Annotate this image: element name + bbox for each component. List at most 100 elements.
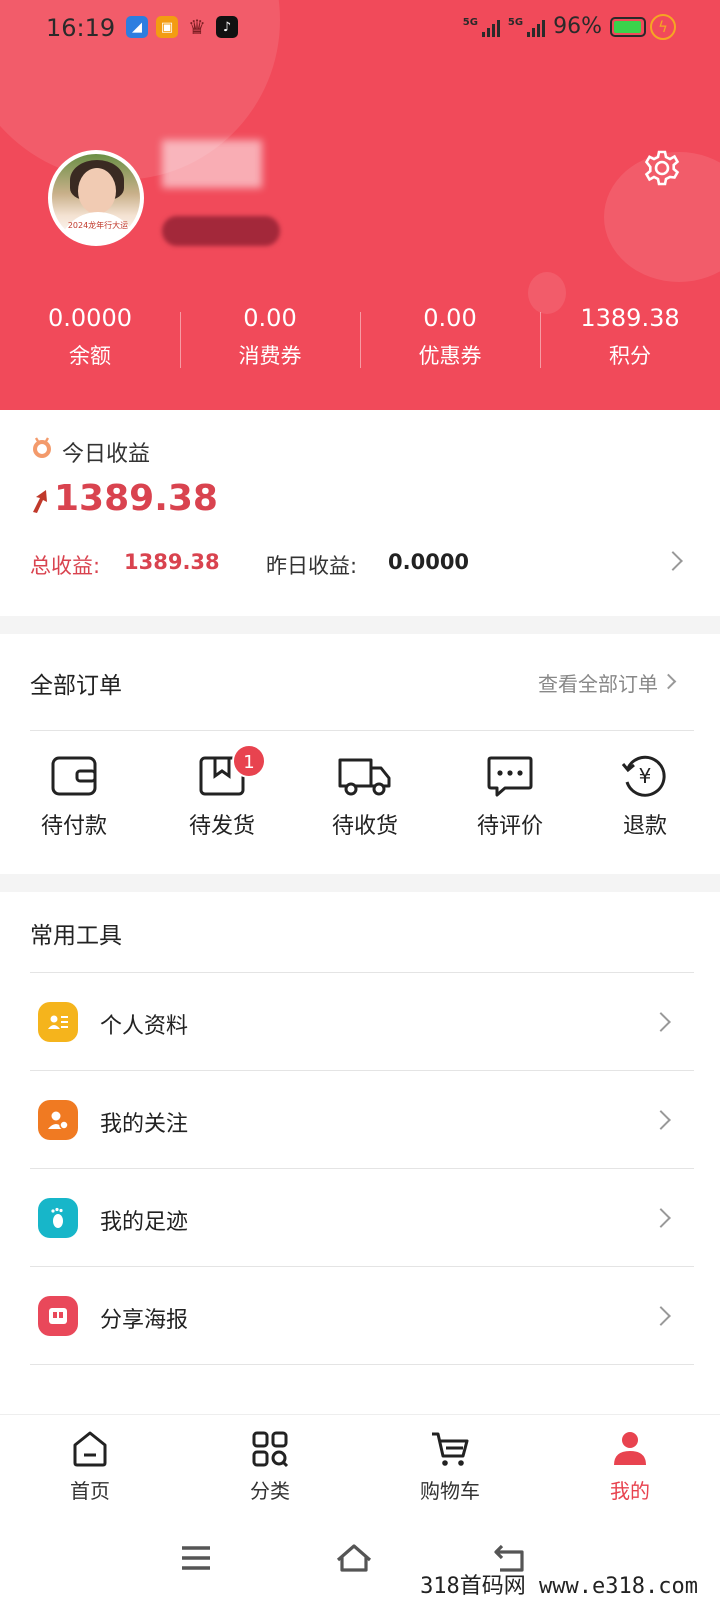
trend-up-icon	[33, 490, 47, 513]
tab-home[interactable]: 首页	[0, 1415, 180, 1518]
wallet-icon	[51, 756, 97, 796]
account-stats: 0.0000 余额 0.00 消费券 0.00 优惠券 1389.38 积分	[0, 304, 720, 370]
user-icon	[614, 1432, 646, 1465]
battery-icon	[610, 16, 646, 37]
menu-icon[interactable]	[176, 1540, 216, 1576]
network-type: 5G	[462, 16, 478, 28]
user-follow-icon	[38, 1100, 78, 1140]
stat-points[interactable]: 1389.38 积分	[540, 304, 720, 370]
order-pending-review[interactable]: 待评价	[450, 754, 570, 840]
order-status-label: 待收货	[331, 814, 398, 839]
battery-percent: 96%	[553, 14, 602, 39]
stat-consumption-voucher[interactable]: 0.00 消费券	[180, 304, 360, 370]
app-notification-icon: ▣	[156, 16, 178, 38]
stat-value: 1389.38	[580, 304, 680, 332]
chevron-right-icon	[651, 1306, 671, 1326]
tool-profile[interactable]: 个人资料	[30, 973, 694, 1071]
notification-badge: 1	[232, 744, 266, 778]
stat-label: 余额	[69, 344, 111, 368]
order-pending-payment[interactable]: 待付款	[14, 754, 134, 840]
user-level-blurred	[162, 216, 280, 246]
notification-icons: ◢ ▣ ♛ ♪	[126, 15, 238, 39]
battery-fill	[614, 20, 641, 33]
svg-text:¥: ¥	[639, 764, 652, 788]
home-icon	[73, 1431, 107, 1467]
tab-profile[interactable]: 我的	[540, 1415, 720, 1518]
comment-icon	[487, 756, 533, 797]
cart-icon	[432, 1432, 469, 1466]
stat-balance[interactable]: 0.0000 余额	[0, 304, 180, 370]
tool-label: 我的关注	[100, 1112, 189, 1137]
tab-label: 我的	[610, 1479, 650, 1503]
charging-icon: ϟ	[650, 14, 676, 40]
avatar-caption: 2024龙年行大运	[67, 221, 129, 230]
stat-value: 0.00	[423, 304, 477, 332]
footprint-icon	[38, 1198, 78, 1238]
status-time: 16:19	[46, 14, 116, 42]
stat-label: 优惠券	[418, 344, 482, 368]
poster-icon	[38, 1296, 78, 1336]
network-type: 5G	[507, 16, 524, 28]
tool-share-poster[interactable]: 分享海报	[30, 1267, 694, 1365]
tab-label: 首页	[70, 1479, 110, 1503]
tools-title: 常用工具	[30, 923, 122, 949]
signal-icon: 5G	[507, 16, 546, 37]
watermark-text: 318首码网 www.e318.com	[420, 1574, 698, 1599]
tab-label: 分类	[250, 1479, 290, 1503]
app-notification-icon: ◢	[126, 16, 148, 38]
status-right: 5G 5G 96%	[463, 14, 646, 39]
tiktok-icon: ♪	[216, 16, 238, 38]
orders-title: 全部订单	[30, 673, 122, 699]
bottom-tab-bar: 首页 分类 购物车 我的	[0, 1414, 720, 1518]
tool-label: 分享海报	[100, 1308, 189, 1333]
order-pending-shipment[interactable]: 1 待发货	[162, 744, 282, 840]
truck-icon	[338, 758, 391, 796]
chevron-right-icon	[651, 1110, 671, 1130]
crown-icon: ♛	[188, 15, 206, 39]
total-earnings-value: 1389.38	[124, 550, 220, 574]
medal-icon	[33, 437, 51, 458]
category-icon	[252, 1431, 289, 1468]
stat-coupon[interactable]: 0.00 优惠券	[360, 304, 540, 370]
stat-value: 0.0000	[48, 304, 132, 332]
tab-cart[interactable]: 购物车	[360, 1415, 540, 1518]
order-status-label: 待发货	[188, 814, 255, 839]
today-earnings-value: 1389.38	[54, 478, 218, 519]
chevron-right-icon	[651, 1208, 671, 1228]
profile-card-icon	[38, 1002, 78, 1042]
refund-icon: ¥	[621, 755, 666, 797]
profile-header: 16:19 ◢ ▣ ♛ ♪ 5G 5G 96% ϟ 2024龙年行大运 0.00…	[0, 0, 720, 410]
settings-gear-icon[interactable]	[642, 148, 682, 188]
status-bar: 16:19 ◢ ▣ ♛ ♪ 5G 5G 96% ϟ	[0, 0, 720, 56]
order-status-label: 待评价	[476, 814, 543, 839]
chevron-right-icon[interactable]	[663, 551, 683, 571]
tool-label: 个人资料	[100, 1014, 189, 1039]
earnings-card[interactable]: 今日收益 1389.38 总收益: 1389.38 昨日收益: 0.0000	[0, 410, 720, 616]
divider	[30, 730, 694, 731]
order-status-label: 待付款	[40, 814, 107, 839]
tools-card: 常用工具 个人资料 我的关注 我的足迹 分享海报	[0, 892, 720, 1414]
tab-label: 购物车	[420, 1479, 480, 1503]
total-earnings-label: 总收益:	[30, 554, 101, 578]
avatar[interactable]: 2024龙年行大运	[48, 150, 144, 246]
order-refund[interactable]: ¥ 退款	[585, 754, 705, 840]
tool-label: 我的足迹	[100, 1210, 189, 1235]
avatar-face	[78, 168, 116, 214]
home-nav-icon[interactable]	[334, 1540, 374, 1576]
tool-following[interactable]: 我的关注	[30, 1071, 694, 1169]
yesterday-earnings-value: 0.0000	[388, 550, 470, 574]
stat-label: 消费券	[238, 344, 302, 368]
order-pending-receipt[interactable]: 待收货	[305, 754, 425, 840]
chevron-right-icon	[651, 1012, 671, 1032]
tab-category[interactable]: 分类	[180, 1415, 360, 1518]
order-status-row: 待付款 1 待发货 待收货 待评价 ¥ 退款	[0, 744, 720, 864]
orders-card: 全部订单 查看全部订单 待付款 1 待发货 待收货 待评价 ¥ 退款	[0, 634, 720, 874]
tool-footprint[interactable]: 我的足迹	[30, 1169, 694, 1267]
today-earnings-title: 今日收益	[62, 442, 151, 467]
signal-icon: 5G	[463, 17, 500, 37]
stat-value: 0.00	[243, 304, 297, 332]
yesterday-earnings-label: 昨日收益:	[266, 554, 358, 578]
chevron-right-icon[interactable]	[660, 673, 677, 690]
username-blurred	[162, 140, 262, 188]
view-all-orders-link[interactable]: 查看全部订单	[538, 668, 658, 697]
